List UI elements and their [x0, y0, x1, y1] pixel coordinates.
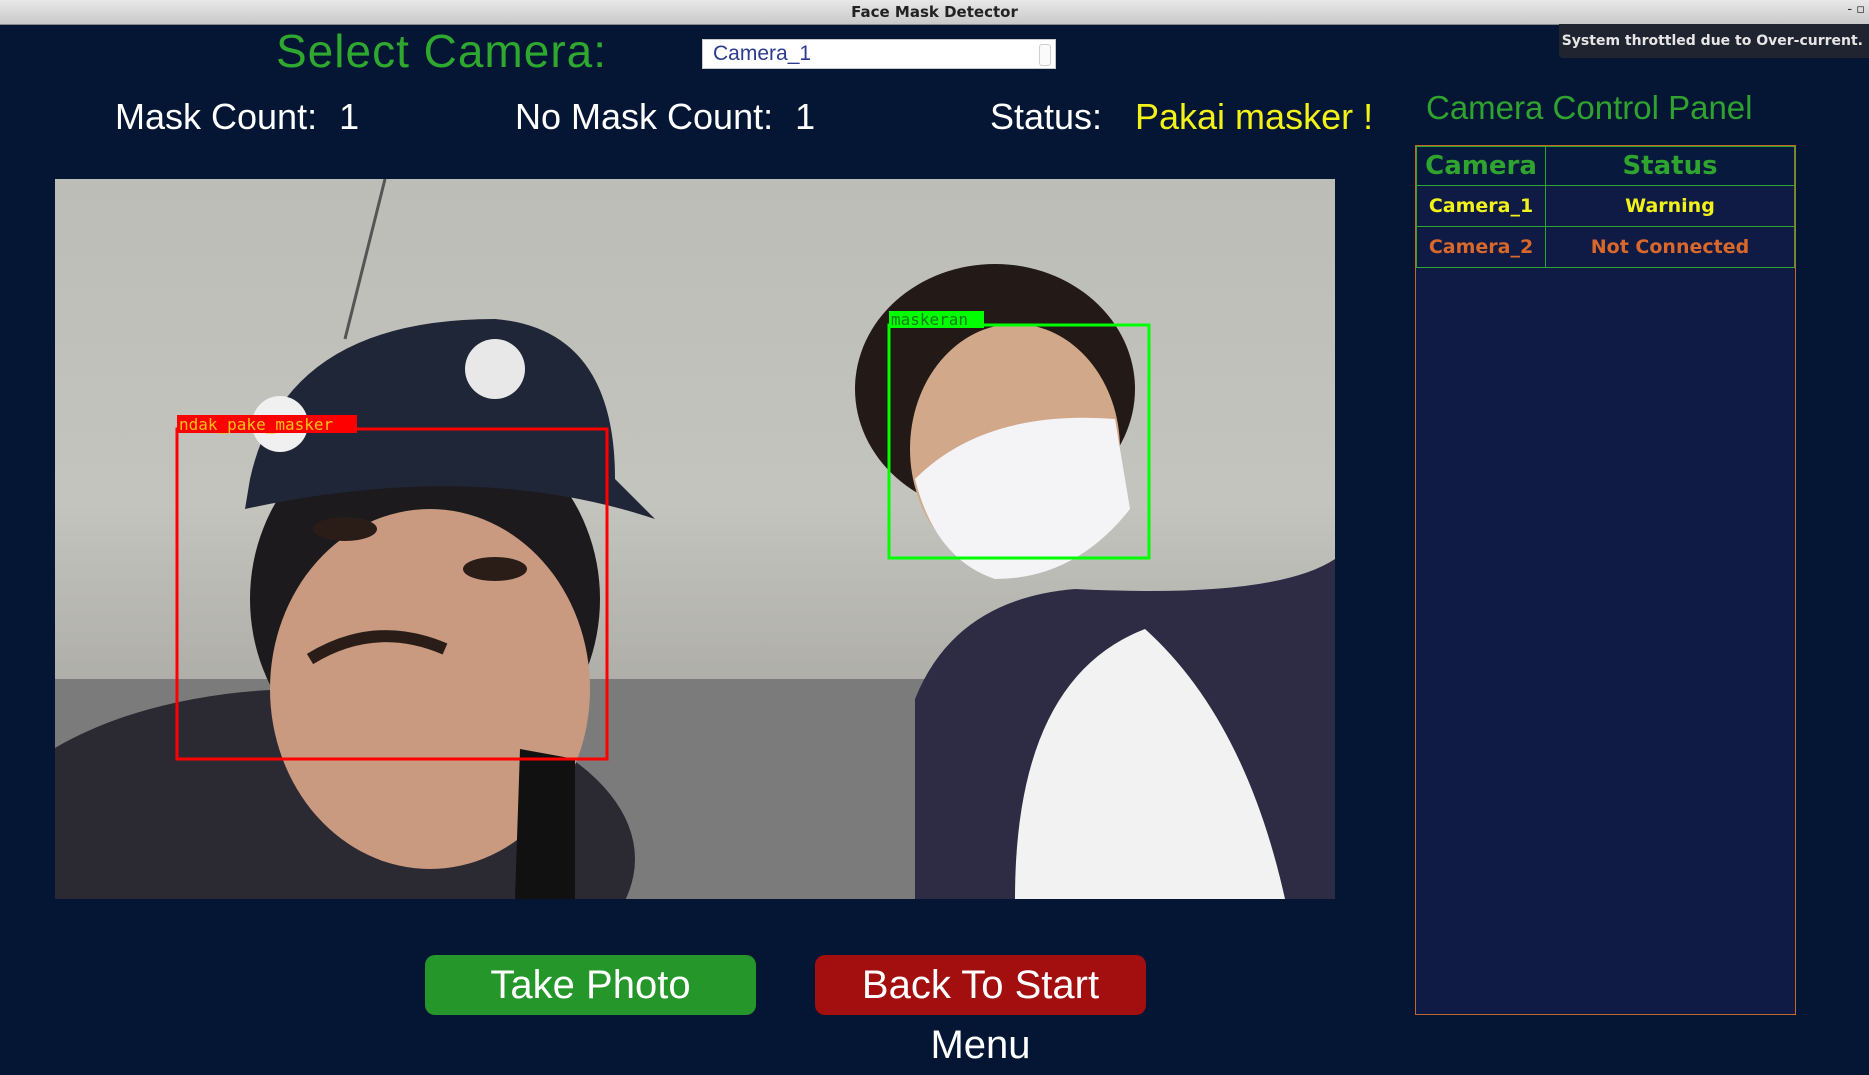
mask-count-value: 1 — [339, 96, 360, 137]
status-value: Pakai masker ! — [1135, 96, 1374, 137]
header-camera: Camera — [1416, 146, 1546, 186]
hanging-mask — [515, 749, 575, 899]
camera-select-value: Camera_1 — [713, 42, 812, 65]
mask-count-label: Mask Count: — [115, 96, 318, 137]
ceiling-cable — [343, 179, 387, 340]
take-photo-button[interactable]: Take Photo — [425, 955, 756, 1015]
row-status: Not Connected — [1545, 226, 1795, 268]
status-label: Status: — [990, 96, 1103, 137]
no-mask-count-value: 1 — [795, 96, 816, 137]
row-camera: Camera_2 — [1416, 226, 1546, 268]
back-to-start-button[interactable]: Back To Start Menu — [815, 955, 1146, 1067]
panel-title: Camera Control Panel — [1426, 89, 1753, 126]
camera-feed: ndak_pake_masker maskeran — [55, 179, 1335, 899]
window-titlebar: Face Mask Detector - ▫ — [0, 0, 1869, 25]
throttle-notification: System throttled due to Over-current. — [1559, 24, 1869, 58]
table-row[interactable]: Camera_1 Warning — [1416, 185, 1795, 227]
row-status: Warning — [1545, 185, 1795, 227]
window-title: Face Mask Detector — [851, 3, 1018, 21]
left-eye — [313, 517, 377, 541]
cap-badge — [465, 339, 525, 399]
mask-count: Mask Count: 1 — [115, 96, 359, 138]
camera-control-panel — [1415, 145, 1796, 1015]
camera-select-dropdown[interactable]: Camera_1 — [702, 39, 1056, 69]
no-mask-count: No Mask Count: 1 — [515, 96, 815, 138]
window-controls[interactable]: - ▫ — [1847, 2, 1865, 17]
detection-label-no-mask: ndak_pake_masker — [179, 415, 333, 434]
right-eye — [463, 557, 527, 581]
camera-feed-image: ndak_pake_masker maskeran — [55, 179, 1335, 899]
select-camera-label: Select Camera: — [276, 25, 608, 77]
table-header-row: Camera Status — [1416, 146, 1795, 186]
camera-status-table: Camera Status Camera_1 Warning Camera_2 … — [1416, 146, 1795, 268]
detection-label-mask: maskeran — [891, 310, 968, 329]
dropdown-handle-icon[interactable] — [1039, 44, 1051, 66]
row-camera: Camera_1 — [1416, 185, 1546, 227]
no-mask-count-label: No Mask Count: — [515, 96, 774, 137]
table-row[interactable]: Camera_2 Not Connected — [1416, 226, 1795, 268]
header-status: Status — [1545, 146, 1795, 186]
